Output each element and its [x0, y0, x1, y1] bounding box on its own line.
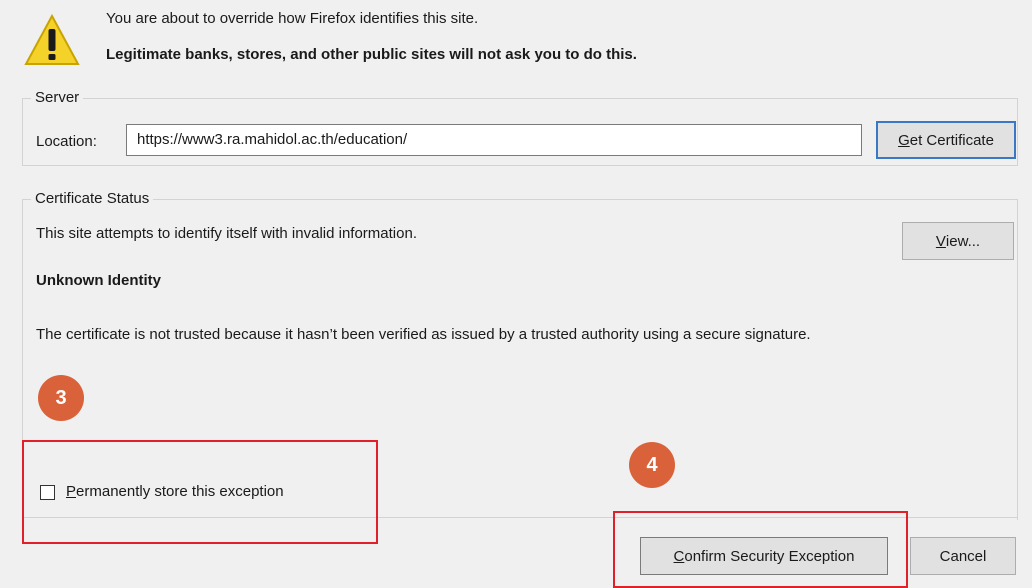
get-certificate-button[interactable]: Get Certificate: [876, 121, 1016, 159]
view-mnemonic: V: [935, 232, 946, 250]
certificate-status-label: Certificate Status: [31, 190, 154, 207]
cancel-button[interactable]: Cancel: [910, 537, 1016, 575]
location-label: Location:: [36, 133, 97, 150]
view-label: iew...: [945, 232, 981, 250]
step-4-highlight: [613, 511, 908, 588]
status-text: This site attempts to identify itself wi…: [36, 225, 417, 242]
identity-title: Unknown Identity: [36, 272, 161, 289]
warning-icon: [24, 14, 80, 65]
add-security-exception-dialog: You are about to override how Firefox id…: [0, 0, 1032, 588]
step-4-badge: 4: [629, 442, 675, 488]
warning-text: You are about to override how Firefox id…: [106, 10, 479, 27]
warning-bold-text: Legitimate banks, stores, and other publ…: [106, 46, 637, 63]
view-button[interactable]: View...: [902, 222, 1014, 260]
step-3-highlight: [22, 440, 378, 544]
server-group-label: Server: [31, 89, 84, 106]
location-input[interactable]: https://www3.ra.mahidol.ac.th/education/: [126, 124, 862, 156]
get-certificate-mnemonic: G: [898, 131, 910, 149]
step-3-badge: 3: [38, 375, 84, 421]
get-certificate-label: et Certificate: [909, 131, 994, 149]
certificate-description: The certificate is not trusted because i…: [36, 326, 811, 343]
